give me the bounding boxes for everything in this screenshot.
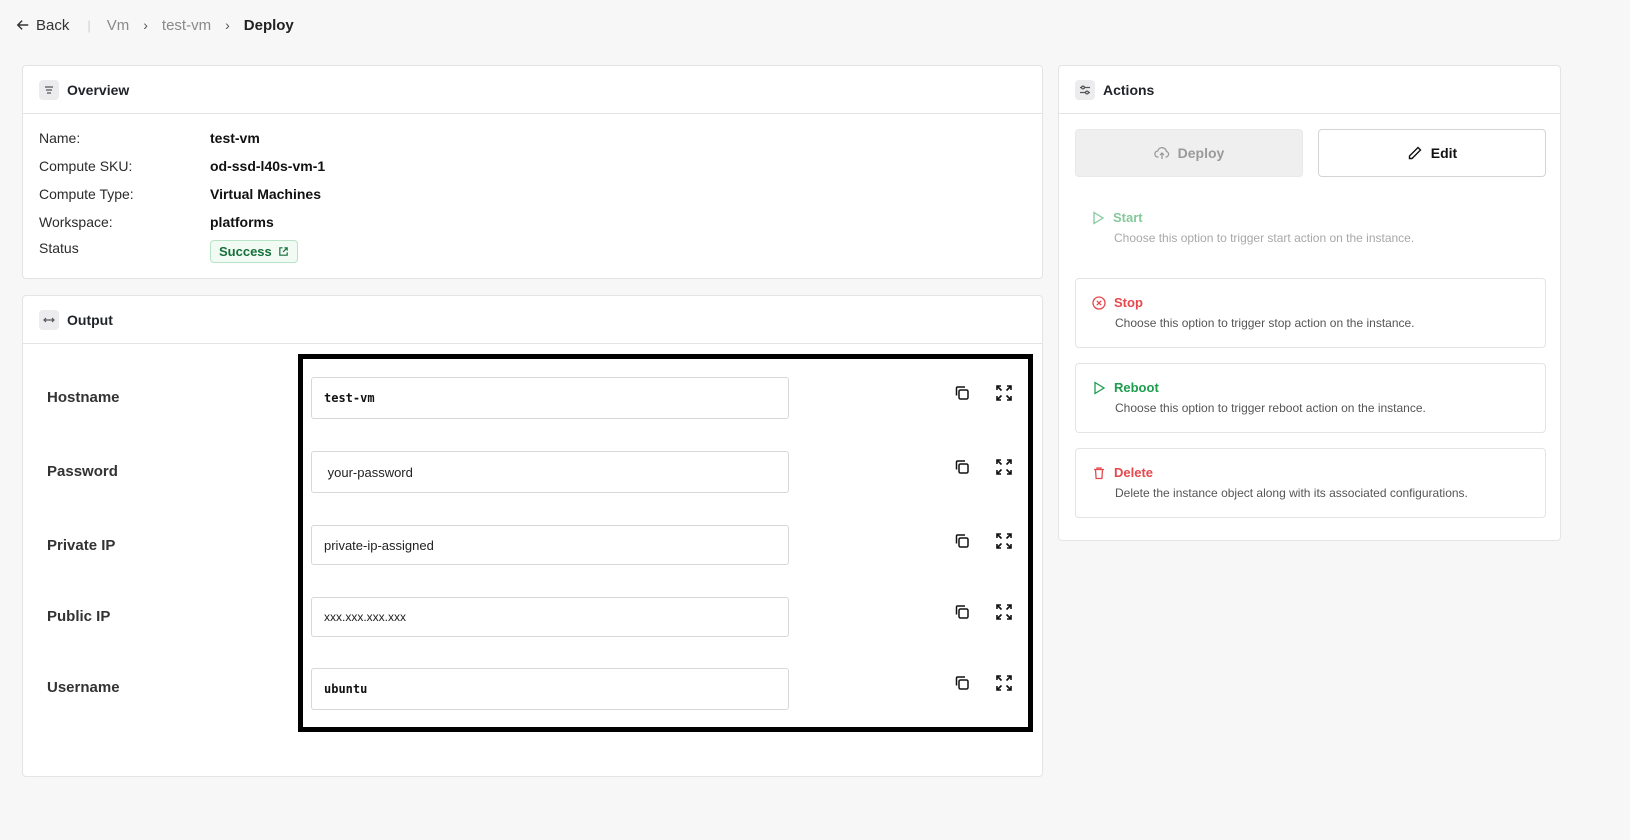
start-description: Choose this option to trigger start acti…	[1114, 231, 1415, 245]
expand-icon[interactable]	[995, 603, 1015, 623]
overview-row-sku: Compute SKU: od-ssd-l40s-vm-1	[39, 158, 325, 174]
username-value: ubuntu	[324, 682, 368, 696]
output-title: Output	[67, 311, 113, 328]
private-ip-label: Private IP	[47, 537, 116, 554]
back-label: Back	[36, 16, 70, 34]
breadcrumb-deploy: Deploy	[243, 16, 294, 34]
workspace-value: platforms	[210, 214, 274, 230]
overview-title: Overview	[67, 81, 130, 98]
hostname-value: test-vm	[324, 391, 375, 405]
chevron-right-icon: ›	[225, 17, 230, 33]
edit-label: Edit	[1430, 145, 1458, 161]
private-ip-field[interactable]: private-ip-assigned	[311, 525, 789, 565]
play-icon	[1094, 380, 1106, 395]
status-label: Status	[39, 240, 79, 256]
type-label: Compute Type:	[39, 186, 134, 202]
expand-icon[interactable]	[995, 674, 1015, 694]
reboot-title: Reboot	[1114, 380, 1159, 395]
password-field[interactable]: your-password	[311, 451, 789, 493]
start-action[interactable]: Start Choose this option to trigger star…	[1075, 194, 1546, 264]
copy-icon[interactable]	[953, 458, 973, 478]
actions-title: Actions	[1103, 81, 1155, 98]
status-badge[interactable]: Success	[210, 240, 298, 263]
delete-title: Delete	[1114, 465, 1154, 480]
overview-header: Overview	[23, 66, 1042, 114]
type-value: Virtual Machines	[210, 186, 322, 202]
actions-header: Actions	[1059, 66, 1560, 114]
deploy-label: Deploy	[1177, 145, 1225, 161]
deploy-button[interactable]: Deploy	[1075, 129, 1303, 177]
arrow-left-icon	[16, 20, 29, 30]
top-nav: Back | Vm › test-vm › Deploy	[16, 14, 294, 36]
workspace-label: Workspace:	[39, 214, 113, 230]
edit-button[interactable]: Edit	[1318, 129, 1546, 177]
arrows-horizontal-icon	[39, 309, 59, 330]
overview-card: Overview Name: test-vm Compute SKU: od-s…	[22, 65, 1043, 279]
expand-icon[interactable]	[995, 532, 1015, 552]
output-card: Output Hostname Password Private IP Publ…	[22, 295, 1043, 777]
cloud-upload-icon	[1153, 147, 1169, 159]
expand-icon[interactable]	[995, 458, 1015, 478]
hostname-field[interactable]: test-vm	[311, 377, 789, 419]
sku-value: od-ssd-l40s-vm-1	[210, 158, 326, 174]
password-label: Password	[47, 463, 118, 480]
public-ip-label: Public IP	[47, 608, 111, 625]
actions-card: Actions Deploy Edit Start Choose this op…	[1058, 65, 1561, 541]
overview-row-status: Status Success	[39, 240, 298, 263]
reboot-description: Choose this option to trigger reboot act…	[1115, 401, 1426, 415]
stop-action[interactable]: Stop Choose this option to trigger stop …	[1075, 278, 1546, 348]
overview-row-name: Name: test-vm	[39, 130, 260, 146]
external-link-icon	[279, 247, 288, 256]
expand-icon[interactable]	[995, 384, 1015, 404]
stop-title: Stop	[1114, 295, 1143, 310]
copy-icon[interactable]	[953, 603, 973, 623]
name-value: test-vm	[210, 130, 260, 146]
output-values-frame: test-vm your-password private-ip-assigne…	[298, 354, 1033, 732]
x-circle-icon	[1092, 295, 1106, 310]
back-button[interactable]: Back	[16, 17, 69, 34]
overview-row-type: Compute Type: Virtual Machines	[39, 186, 321, 202]
pencil-icon	[1408, 146, 1422, 160]
name-label: Name:	[39, 130, 81, 146]
username-field[interactable]: ubuntu	[311, 668, 789, 710]
start-title: Start	[1113, 210, 1143, 225]
play-icon	[1093, 210, 1105, 225]
chevron-right-icon: ›	[143, 17, 148, 33]
public-ip-field[interactable]: xxx.xxx.xxx.xxx	[311, 597, 789, 637]
hostname-label: Hostname	[47, 389, 120, 406]
status-value: Success	[219, 244, 272, 259]
sku-label: Compute SKU:	[39, 158, 133, 174]
sliders-icon	[1075, 79, 1095, 100]
private-ip-value: private-ip-assigned	[324, 537, 434, 553]
output-header: Output	[23, 296, 1042, 344]
delete-action[interactable]: Delete Delete the instance object along …	[1075, 448, 1546, 518]
nav-divider: |	[87, 17, 91, 33]
list-icon	[39, 79, 59, 100]
trash-icon	[1094, 466, 1104, 479]
delete-description: Delete the instance object along with it…	[1115, 486, 1468, 500]
breadcrumb-test-vm[interactable]: test-vm	[162, 17, 211, 34]
overview-row-workspace: Workspace: platforms	[39, 214, 274, 230]
breadcrumb-vm[interactable]: Vm	[107, 17, 130, 34]
copy-icon[interactable]	[953, 384, 973, 404]
username-label: Username	[47, 679, 120, 696]
stop-description: Choose this option to trigger stop actio…	[1115, 316, 1415, 330]
reboot-action[interactable]: Reboot Choose this option to trigger reb…	[1075, 363, 1546, 433]
public-ip-value: xxx.xxx.xxx.xxx	[324, 610, 407, 624]
password-value: your-password	[324, 464, 413, 480]
copy-icon[interactable]	[953, 532, 973, 552]
copy-icon[interactable]	[953, 674, 973, 694]
